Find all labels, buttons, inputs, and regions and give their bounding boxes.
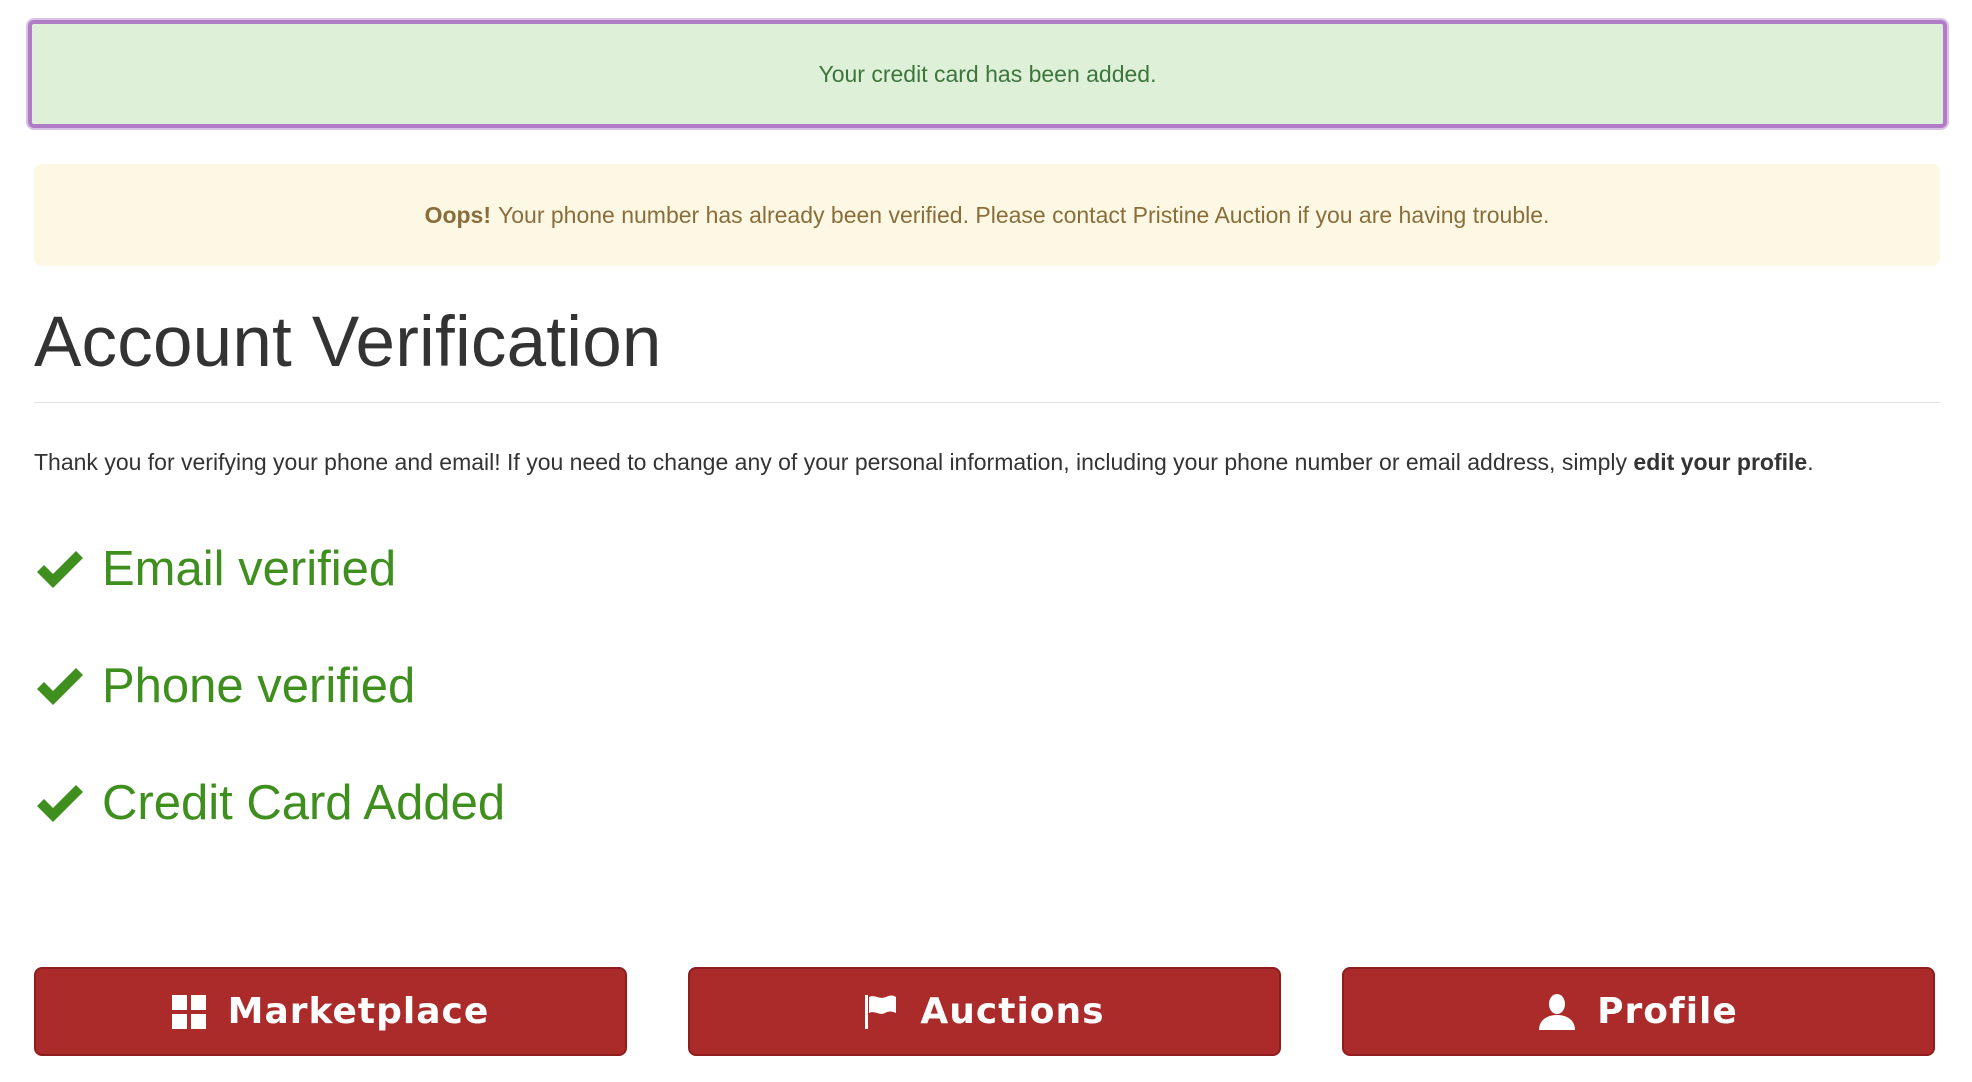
edit-profile-link[interactable]: edit your profile [1633,449,1807,475]
profile-button[interactable]: Profile [1342,967,1935,1056]
credit-card-added-status: Credit Card Added [34,775,505,831]
phone-verified-status: Phone verified [34,658,415,714]
intro-paragraph: Thank you for verifying your phone and e… [34,449,1940,476]
auctions-button-label: Auctions [920,991,1105,1032]
email-verified-status: Email verified [34,541,396,597]
checkmark-icon [37,785,83,822]
marketplace-button-label: Marketplace [227,991,490,1032]
auctions-button[interactable]: Auctions [688,967,1281,1056]
page-title: Account Verification [34,303,662,382]
success-alert: Your credit card has been added. [28,20,1947,128]
marketplace-button[interactable]: Marketplace [34,967,627,1056]
profile-button-label: Profile [1597,991,1738,1032]
credit-card-added-label: Credit Card Added [102,776,506,830]
grid-icon [171,994,206,1029]
checkmark-icon [37,551,83,588]
title-divider [34,402,1940,403]
account-verification-page: Your credit card has been added. Oops! Y… [0,0,1972,1082]
warning-alert: Oops! Your phone number has already been… [34,164,1940,266]
checkmark-icon [37,668,83,705]
email-verified-label: Email verified [102,542,397,596]
user-icon [1539,993,1576,1030]
success-alert-text: Your credit card has been added. [818,60,1157,87]
phone-verified-label: Phone verified [102,659,416,713]
warning-alert-text: Your phone number has already been verif… [498,201,1550,228]
intro-end: . [1807,449,1814,475]
intro-text: Thank you for verifying your phone and e… [34,449,1628,475]
warning-alert-prefix: Oops! [424,201,492,228]
flag-icon [865,994,897,1029]
